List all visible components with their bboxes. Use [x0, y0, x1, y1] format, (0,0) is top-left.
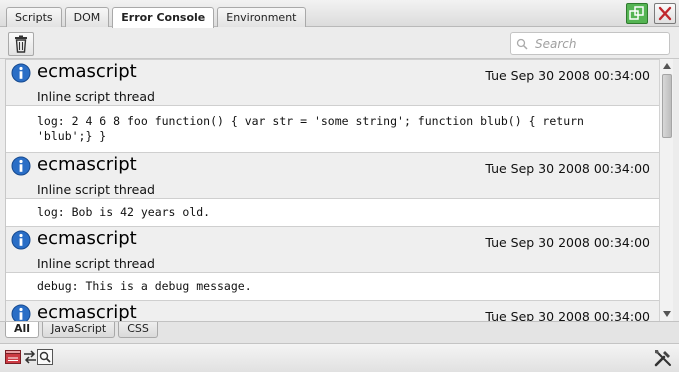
dock-button[interactable]	[626, 3, 648, 24]
entry-message: debug: This is a debug message.	[6, 273, 659, 300]
search-icon	[516, 38, 528, 50]
debugger-window-icon[interactable]	[5, 349, 21, 365]
filter-tab-all[interactable]: All	[5, 322, 40, 338]
arrow-up-icon	[663, 63, 671, 69]
entry-source: ecmascript	[37, 61, 137, 82]
scroll-down-button[interactable]	[661, 308, 673, 320]
trash-icon	[15, 35, 27, 53]
dock-window-icon	[629, 6, 644, 20]
filter-tabs: All JavaScript CSS	[5, 322, 161, 338]
entry-source: ecmascript	[37, 154, 137, 175]
inspect-magnifier-icon[interactable]	[37, 349, 53, 365]
tab-scripts[interactable]: Scripts	[6, 7, 62, 27]
entry-source: ecmascript	[37, 302, 137, 321]
entry-date: Tue Sep 30 2008 00:34:00	[485, 68, 650, 83]
arrow-down-icon	[663, 311, 671, 317]
info-icon	[11, 230, 31, 250]
entry-header[interactable]: ecmascript Tue Sep 30 2008 00:34:00 Inli…	[6, 226, 659, 273]
entry-header[interactable]: ecmascript Tue Sep 30 2008 00:34:00 Inli…	[6, 59, 659, 106]
clear-console-button[interactable]	[8, 32, 34, 56]
tab-dom[interactable]: DOM	[64, 7, 110, 27]
entry-date: Tue Sep 30 2008 00:34:00	[485, 309, 650, 321]
filter-tab-javascript[interactable]: JavaScript	[42, 322, 116, 338]
info-icon	[11, 156, 31, 176]
console-log[interactable]: ecmascript Tue Sep 30 2008 00:34:00 Inli…	[5, 59, 659, 321]
entry-date: Tue Sep 30 2008 00:34:00	[485, 161, 650, 176]
panel-tabs: Scripts DOM Error Console Environment	[6, 7, 309, 28]
status-bar	[0, 343, 679, 372]
filter-bar: All JavaScript CSS	[0, 321, 679, 343]
filter-tab-css[interactable]: CSS	[118, 322, 158, 338]
settings-tools-icon[interactable]	[653, 348, 673, 368]
entry-source: ecmascript	[37, 228, 137, 249]
console-entry: ecmascript Tue Sep 30 2008 00:34:00	[6, 300, 659, 321]
console-scrollbar[interactable]	[659, 59, 673, 321]
info-icon	[11, 304, 31, 321]
tab-environment[interactable]: Environment	[217, 7, 306, 27]
entry-context: Inline script thread	[37, 89, 155, 104]
entry-message: log: Bob is 42 years old.	[6, 199, 659, 226]
close-button[interactable]	[654, 3, 676, 24]
console-entry: ecmascript Tue Sep 30 2008 00:34:00 Inli…	[6, 152, 659, 226]
scroll-up-button[interactable]	[661, 60, 673, 72]
scrollbar-thumb[interactable]	[662, 74, 672, 138]
entry-header[interactable]: ecmascript Tue Sep 30 2008 00:34:00 Inli…	[6, 152, 659, 199]
tab-bar: Scripts DOM Error Console Environment	[0, 0, 679, 28]
tab-error-console[interactable]: Error Console	[112, 7, 215, 28]
console-entry: ecmascript Tue Sep 30 2008 00:34:00 Inli…	[6, 59, 659, 152]
entry-date: Tue Sep 30 2008 00:34:00	[485, 235, 650, 250]
entry-header[interactable]: ecmascript Tue Sep 30 2008 00:34:00	[6, 300, 659, 321]
entry-context: Inline script thread	[37, 256, 155, 271]
search-box[interactable]	[510, 32, 670, 55]
console-toolbar	[0, 28, 679, 59]
close-icon	[658, 6, 672, 21]
swap-arrows-icon[interactable]	[23, 349, 37, 365]
search-input[interactable]	[533, 35, 665, 52]
info-icon	[11, 63, 31, 83]
console-entry: ecmascript Tue Sep 30 2008 00:34:00 Inli…	[6, 226, 659, 300]
entry-context: Inline script thread	[37, 182, 155, 197]
entry-message: log: 2 4 6 8 foo function() { var str = …	[6, 106, 659, 152]
